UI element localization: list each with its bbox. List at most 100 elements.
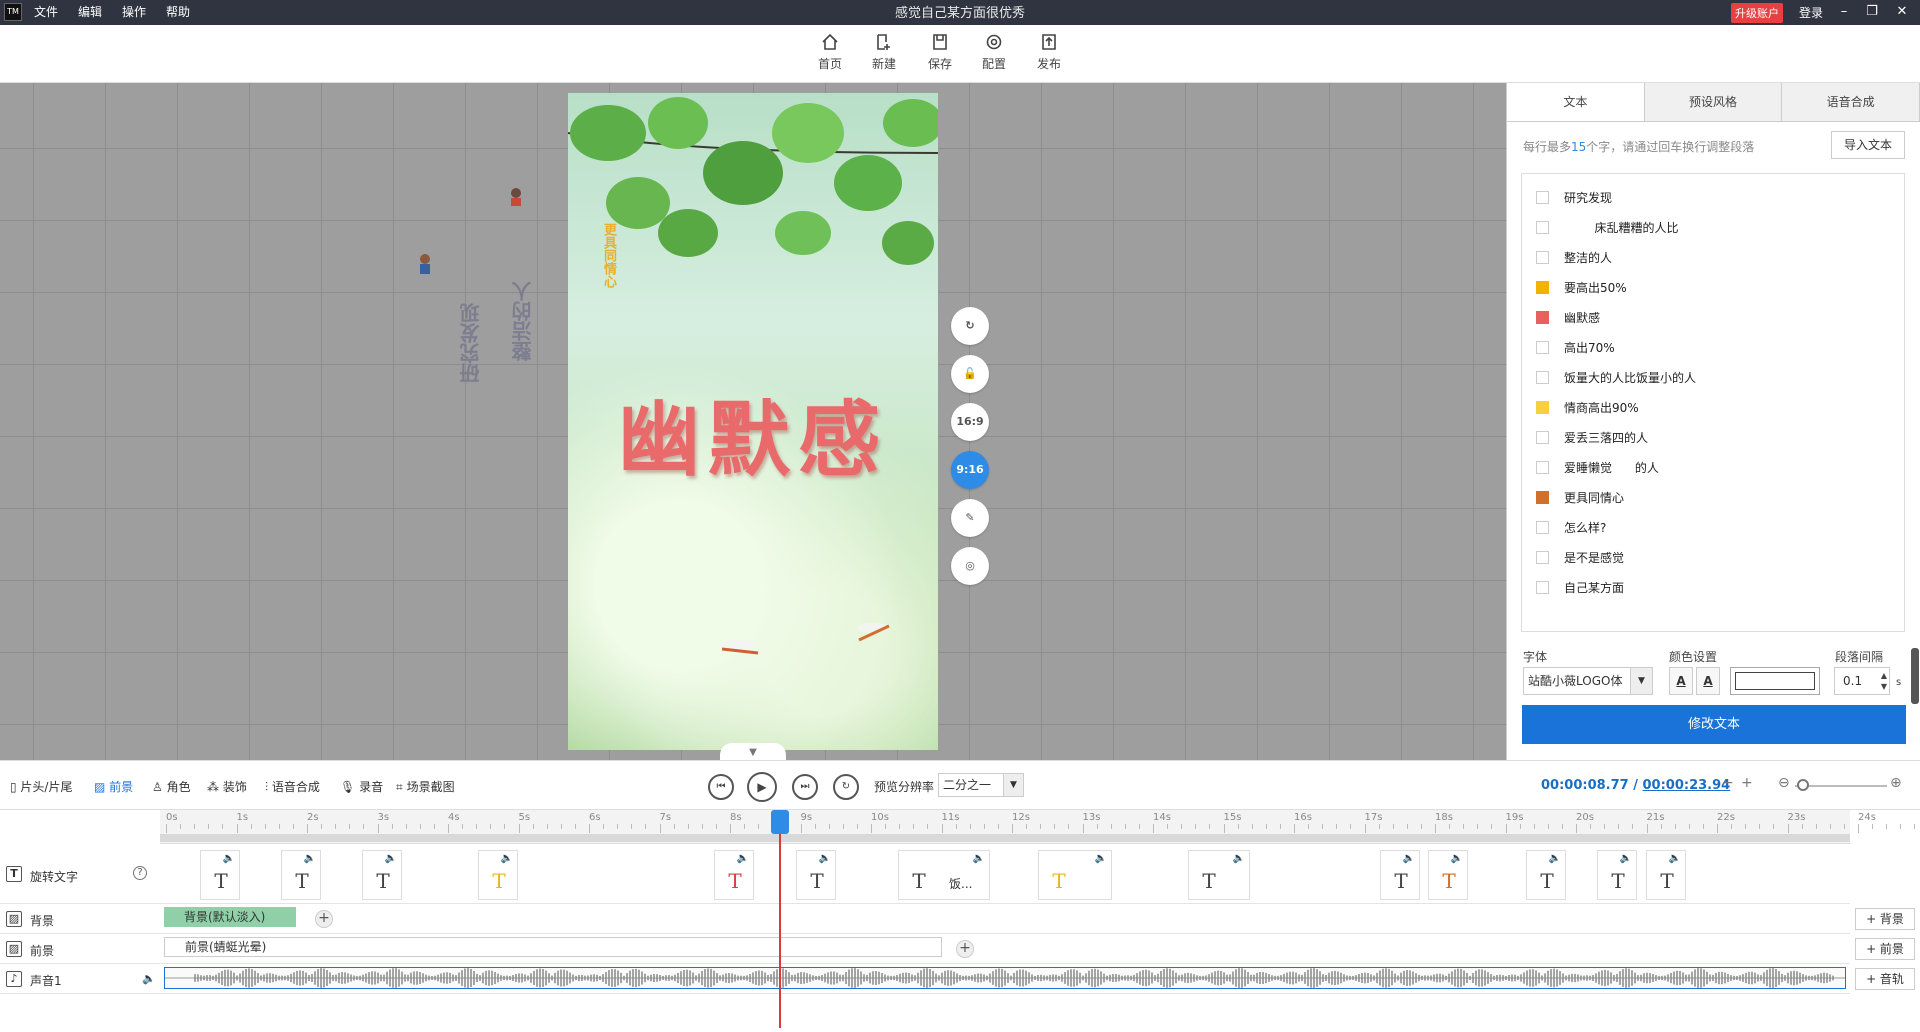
- preview-resolution-select[interactable]: 二分之一 ▼: [938, 773, 1024, 797]
- menu-file[interactable]: 文件: [34, 0, 58, 25]
- menu-operate[interactable]: 操作: [122, 0, 146, 25]
- text-clip[interactable]: T 🔈: [714, 850, 754, 900]
- clip-speaker-icon[interactable]: 🔈: [1451, 853, 1463, 864]
- outline-color-button[interactable]: A: [1696, 667, 1720, 695]
- add-foreground-button[interactable]: + 前景: [1855, 938, 1915, 960]
- clip-speaker-icon[interactable]: 🔈: [304, 853, 316, 864]
- speaker-icon[interactable]: 🔈: [142, 972, 156, 985]
- text-clip[interactable]: T 🔈: [1597, 850, 1637, 900]
- text-color-button[interactable]: A: [1669, 667, 1693, 695]
- tab-preset-style[interactable]: 预设风格: [1644, 83, 1783, 121]
- text-clip[interactable]: T 🔈: [200, 850, 240, 900]
- tab-foreground[interactable]: ▨ 前景: [94, 778, 133, 795]
- tab-character[interactable]: ♙ 角色: [152, 778, 191, 795]
- text-item-checkbox[interactable]: [1536, 221, 1549, 234]
- text-item-checkbox[interactable]: [1536, 461, 1549, 474]
- tab-record[interactable]: 🎙 录音: [340, 778, 383, 795]
- help-icon[interactable]: ?: [133, 866, 147, 880]
- panel-resize-handle[interactable]: [1911, 648, 1919, 704]
- canvas-area[interactable]: 研究发现 整洁的人 更具同情心 幽默感 ↻ 🔓 16:9 9:16 ✎ ◎ ▼: [0, 83, 1506, 760]
- text-item-checkbox[interactable]: [1536, 521, 1549, 534]
- zoom-slider-handle[interactable]: [1797, 779, 1809, 791]
- text-item-checkbox[interactable]: [1536, 371, 1549, 384]
- login-link[interactable]: 登录: [1799, 0, 1823, 26]
- text-clip[interactable]: T 🔈: [281, 850, 321, 900]
- audio-waveform[interactable]: [164, 967, 1846, 989]
- color-swatch[interactable]: [1730, 667, 1820, 695]
- text-item-checkbox[interactable]: [1536, 401, 1549, 414]
- text-item[interactable]: 情商高出90%: [1522, 392, 1904, 422]
- clip-speaker-icon[interactable]: 🔈: [1095, 853, 1107, 864]
- edit-tool[interactable]: ✎: [951, 499, 989, 537]
- replay-button[interactable]: ↻: [833, 774, 859, 800]
- restore-icon[interactable]: ❐: [1860, 0, 1884, 25]
- clip-speaker-icon[interactable]: 🔈: [223, 853, 235, 864]
- tab-intro-outro[interactable]: ▯ 片头/片尾: [10, 778, 72, 795]
- clip-speaker-icon[interactable]: 🔈: [819, 853, 831, 864]
- new-button[interactable]: 新建: [862, 33, 906, 72]
- text-item-checkbox[interactable]: [1536, 431, 1549, 444]
- ratio-9-16-button[interactable]: 9:16: [951, 451, 989, 489]
- foreground-clip[interactable]: 前景(蜻蜓光晕): [164, 937, 942, 957]
- lock-tool[interactable]: 🔓: [951, 355, 989, 393]
- clip-speaker-icon[interactable]: 🔈: [737, 853, 749, 864]
- text-item[interactable]: 整洁的人: [1522, 242, 1904, 272]
- tab-text[interactable]: 文本: [1507, 83, 1645, 121]
- tab-speech-synthesis[interactable]: 语音合成: [1782, 83, 1920, 121]
- settings-tool[interactable]: ◎: [951, 547, 989, 585]
- text-item-checkbox[interactable]: [1536, 491, 1549, 504]
- save-button[interactable]: 保存: [918, 33, 962, 72]
- track-body-foreground[interactable]: 前景(蜻蜓光晕) +: [160, 934, 1850, 964]
- zoom-in-icon[interactable]: ⊕: [1890, 775, 1902, 791]
- close-icon[interactable]: ✕: [1890, 0, 1914, 25]
- clip-speaker-icon[interactable]: 🔈: [1549, 853, 1561, 864]
- text-item[interactable]: 饭量大的人比饭量小的人: [1522, 362, 1904, 392]
- playhead-line[interactable]: [779, 810, 781, 1028]
- add-background-button[interactable]: + 背景: [1855, 908, 1915, 930]
- tab-scene-screenshot[interactable]: ⌗ 场景截图: [396, 778, 455, 795]
- text-clip[interactable]: T 🔈: [362, 850, 402, 900]
- clip-speaker-icon[interactable]: 🔈: [1403, 853, 1415, 864]
- track-body-text[interactable]: T 🔈 T 🔈 T 🔈 T 🔈 T 🔈 T 🔈 T 🔈 饭... T 🔈 T 🔈 T 🔈 T 🔈 T 🔈 T 🔈 T 🔈: [160, 844, 1850, 904]
- text-item-checkbox[interactable]: [1536, 311, 1549, 324]
- home-button[interactable]: 首页: [808, 33, 852, 72]
- import-text-button[interactable]: 导入文本: [1831, 131, 1905, 159]
- text-item[interactable]: 研究发现: [1522, 182, 1904, 212]
- text-clip[interactable]: T 🔈: [1526, 850, 1566, 900]
- track-body-background[interactable]: 背景(默认淡入) +: [160, 904, 1850, 934]
- menu-help[interactable]: 帮助: [166, 0, 190, 25]
- text-item-checkbox[interactable]: [1536, 191, 1549, 204]
- text-item[interactable]: 要高出50%: [1522, 272, 1904, 302]
- config-button[interactable]: 配置: [972, 33, 1016, 72]
- skip-forward-button[interactable]: ⏭: [792, 774, 818, 800]
- tab-speech-synthesis-track[interactable]: ⫶ 语音合成: [265, 778, 320, 795]
- spacing-stepper[interactable]: 0.1 ▲ ▼: [1834, 667, 1890, 695]
- tab-decoration[interactable]: ⁂ 装饰: [207, 778, 247, 795]
- ratio-16-9-button[interactable]: 16:9: [951, 403, 989, 441]
- stepper-arrows-icon[interactable]: ▲ ▼: [1881, 670, 1887, 692]
- clip-speaker-icon[interactable]: 🔈: [1669, 853, 1681, 864]
- text-item[interactable]: 高出70%: [1522, 332, 1904, 362]
- text-item[interactable]: 床乱糟糟的人比: [1522, 212, 1904, 242]
- text-item-checkbox[interactable]: [1536, 251, 1549, 264]
- text-item[interactable]: 是不是感觉: [1522, 542, 1904, 572]
- rotate-tool[interactable]: ↻: [951, 307, 989, 345]
- text-item[interactable]: 更具同情心: [1522, 482, 1904, 512]
- text-item-checkbox[interactable]: [1536, 551, 1549, 564]
- modify-text-button[interactable]: 修改文本: [1522, 705, 1906, 744]
- text-clip[interactable]: T 🔈: [1646, 850, 1686, 900]
- stage-vertical-text[interactable]: 更具同情心: [601, 223, 618, 288]
- text-clip[interactable]: T 🔈: [1038, 850, 1112, 900]
- playhead-handle[interactable]: [771, 810, 789, 834]
- track-body-audio[interactable]: [160, 964, 1850, 994]
- text-item[interactable]: 爱睡懒觉 的人: [1522, 452, 1904, 482]
- text-item[interactable]: 爱丢三落四的人: [1522, 422, 1904, 452]
- text-clip[interactable]: T 🔈: [1428, 850, 1468, 900]
- collapse-timeline-tab[interactable]: ▼: [720, 743, 786, 760]
- text-item[interactable]: 幽默感: [1522, 302, 1904, 332]
- publish-button[interactable]: 发布: [1027, 33, 1071, 72]
- upgrade-button[interactable]: 升级账户: [1731, 3, 1783, 23]
- add-background-clip-icon[interactable]: +: [315, 910, 333, 928]
- add-audio-track-button[interactable]: + 音轨: [1855, 968, 1915, 990]
- background-clip[interactable]: 背景(默认淡入): [164, 907, 296, 927]
